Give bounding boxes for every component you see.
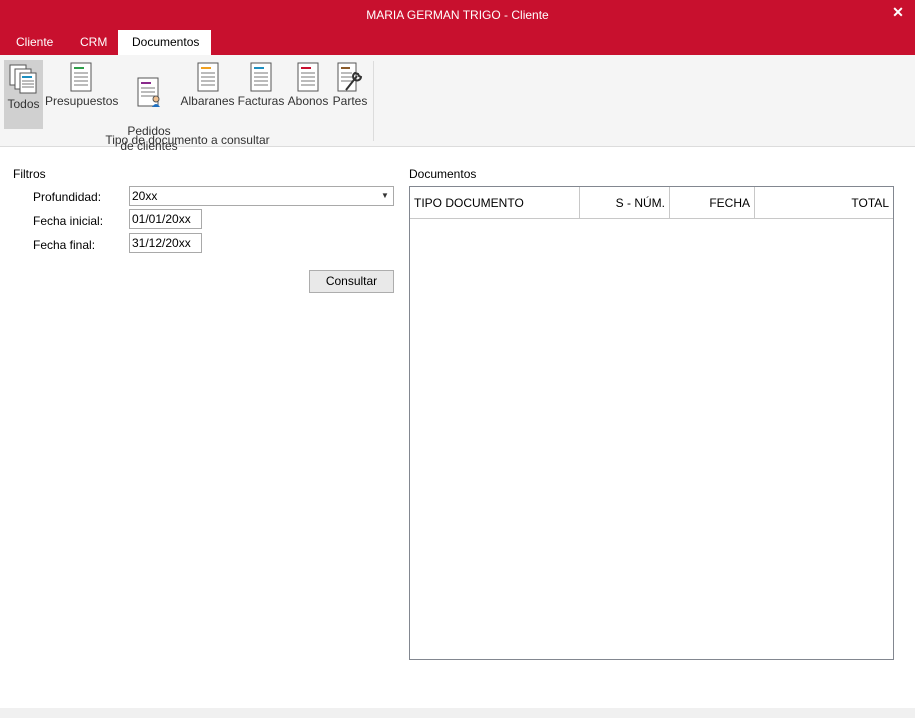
ribbon-label-todos: Todos [7,97,40,111]
ribbon-button-todos[interactable]: Todos [4,60,43,129]
consultar-button[interactable]: Consultar [309,270,394,293]
documents-title: Documentos [409,167,477,181]
ribbon-label-abonos: Abonos [287,94,329,108]
ribbon-label-facturas: Facturas [237,94,285,108]
tab-crm[interactable]: CRM [66,30,121,55]
profundidad-value: 20xx [132,189,158,203]
work-order-wrench-icon [337,62,363,92]
ribbon-button-abonos[interactable]: Abonos [286,60,330,108]
close-icon[interactable]: ✕ [891,4,905,20]
profundidad-label: Profundidad: [33,190,102,204]
window-title: MARIA GERMAN TRIGO - Cliente [366,8,549,22]
title-bar: MARIA GERMAN TRIGO - Cliente ✕ Cliente C… [0,0,915,55]
column-s-num[interactable]: S - NÚM. [580,187,670,219]
quote-document-icon [70,62,92,92]
ribbon-label-albaranes: Albaranes [180,94,235,108]
documents-grid[interactable]: TIPO DOCUMENTO S - NÚM. FECHA TOTAL [409,186,894,660]
ribbon-button-albaranes[interactable]: Albaranes [180,60,235,108]
fecha-final-label: Fecha final: [33,238,96,252]
column-tipo-documento[interactable]: TIPO DOCUMENTO [410,187,580,219]
delivery-note-icon [197,62,218,92]
ribbon-divider [373,61,374,141]
column-total[interactable]: TOTAL [755,187,893,219]
documents-stack-icon [9,64,36,94]
order-document-icon [137,77,160,107]
ribbon-button-facturas[interactable]: Facturas [237,60,285,108]
credit-note-icon [297,62,319,92]
fecha-final-field[interactable]: 31/12/20xx [129,233,202,253]
ribbon-button-partes[interactable]: Partes [331,60,369,108]
column-fecha[interactable]: FECHA [670,187,755,219]
ribbon-button-presupuestos[interactable]: Presupuestos [45,60,119,108]
tab-cliente[interactable]: Cliente [2,30,67,55]
tab-documentos[interactable]: Documentos [118,30,211,55]
ribbon-group-label: Tipo de documento a consultar [105,133,270,147]
ribbon: Todos Presupuestos Pedidos de clientes A… [0,55,915,153]
profundidad-select[interactable]: 20xx ▼ [129,186,394,206]
invoice-document-icon [250,62,272,92]
fecha-inicial-field[interactable]: 01/01/20xx [129,209,202,229]
fecha-inicial-label: Fecha inicial: [33,214,104,228]
grid-header: TIPO DOCUMENTO S - NÚM. FECHA TOTAL [410,187,893,219]
status-bar [0,708,915,718]
filters-title: Filtros [13,167,46,181]
chevron-down-icon[interactable]: ▼ [379,187,391,205]
ribbon-label-presupuestos: Presupuestos [45,94,119,108]
ribbon-label-partes: Partes [332,94,368,108]
